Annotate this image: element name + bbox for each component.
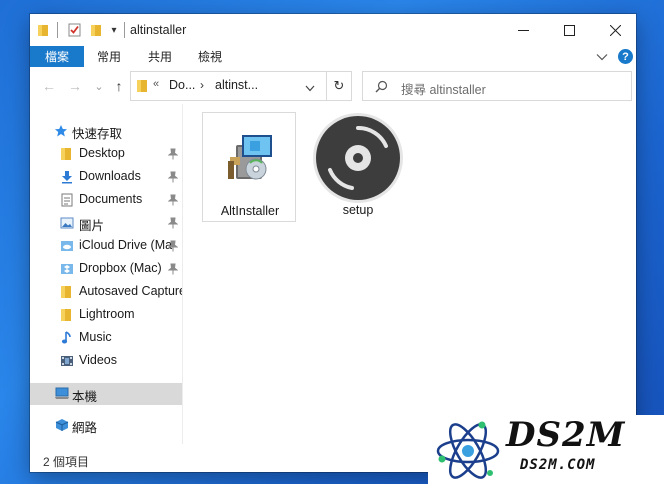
close-button[interactable] (592, 14, 638, 46)
breadcrumb-separator-icon: › (200, 78, 204, 92)
pin-icon (167, 194, 179, 206)
cloud-folder-icon (60, 262, 74, 276)
new-folder-icon[interactable] (86, 14, 106, 46)
file-item-setup[interactable]: setup (311, 112, 405, 222)
sidebar-item-label: Autosaved Capture (79, 284, 182, 298)
file-explorer-window: ▾ altinstaller 檔案 常用 共用 檢視 ? ← → ⌄ ↑ « D… (30, 14, 636, 472)
atom-logo-icon (428, 415, 508, 484)
sidebar-item-label: 圖片 (79, 219, 105, 233)
pictures-icon (60, 216, 74, 230)
folder-icon (60, 308, 74, 322)
watermark: DS2M DS2M.COM (428, 415, 664, 484)
cloud-folder-icon (60, 239, 74, 253)
file-item-altinstaller[interactable]: AltInstaller (202, 112, 296, 222)
tab-file[interactable]: 檔案 (30, 46, 84, 67)
sidebar-item-this-pc[interactable]: 本機 (30, 383, 182, 405)
help-button[interactable]: ? (618, 46, 633, 67)
sidebar-item-network[interactable]: 網路 (30, 414, 182, 436)
sidebar-item-label: Lightroom (79, 307, 135, 321)
quick-access-dropdown[interactable]: ▾ (108, 14, 120, 46)
sidebar-item-pictures[interactable]: 圖片 (30, 212, 182, 234)
star-icon (54, 124, 68, 138)
title-separator (124, 22, 125, 38)
sidebar-item-dropbox[interactable]: Dropbox (Mac) (30, 258, 182, 280)
tab-home[interactable]: 常用 (97, 46, 121, 67)
navigation-pane[interactable]: 快速存取 Desktop Downloads Documents 圖片 iClo… (30, 104, 182, 444)
folder-icon (34, 14, 52, 46)
file-name: setup (342, 203, 374, 217)
ribbon: 檔案 常用 共用 檢視 ? (30, 46, 636, 68)
sidebar-item-icloud-drive[interactable]: iCloud Drive (Ma (30, 235, 182, 257)
tab-share[interactable]: 共用 (148, 46, 172, 67)
network-icon (54, 418, 69, 432)
sidebar-item-videos[interactable]: Videos (30, 350, 182, 372)
title-bar: ▾ altinstaller (30, 14, 636, 46)
pin-icon (167, 148, 179, 160)
watermark-brand: DS2M (506, 415, 626, 455)
chevron-down-icon (596, 53, 608, 60)
sidebar-item-label: Dropbox (Mac) (79, 261, 162, 275)
tab-view[interactable]: 檢視 (198, 46, 222, 67)
refresh-button[interactable]: ↻ (326, 71, 352, 101)
breadcrumb-overflow[interactable]: « (153, 78, 159, 90)
title-separator (57, 22, 58, 38)
installer-icon (203, 113, 297, 205)
disc-icon (311, 112, 405, 204)
address-dropdown-button[interactable] (305, 81, 315, 95)
chevron-down-icon (305, 85, 315, 92)
folder-icon (60, 147, 74, 161)
computer-icon (54, 387, 69, 401)
sidebar-item-label: 快速存取 (72, 127, 123, 141)
sidebar-item-label: Documents (79, 192, 143, 206)
sidebar-item-downloads[interactable]: Downloads (30, 166, 182, 188)
pin-icon (167, 217, 179, 229)
sidebar-item-quick-access[interactable]: 快速存取 (30, 120, 182, 142)
up-button[interactable]: ↑ (111, 77, 127, 95)
sidebar-item-label: Desktop (79, 146, 125, 160)
breadcrumb-documents[interactable]: Do... (169, 78, 195, 92)
ribbon-expand-button[interactable] (596, 46, 608, 67)
sidebar-item-lightroom[interactable]: Lightroom (30, 304, 182, 326)
properties-icon[interactable] (64, 14, 84, 46)
close-icon (609, 24, 621, 36)
maximize-button[interactable] (546, 14, 592, 46)
sidebar-item-autosaved-captures[interactable]: Autosaved Capture (30, 281, 182, 303)
breadcrumb-altinstaller[interactable]: altinst... (215, 78, 258, 92)
window-title: altinstaller (130, 23, 187, 37)
pin-icon (167, 240, 179, 252)
videos-icon (60, 354, 74, 368)
recent-locations-button[interactable]: ⌄ (91, 77, 107, 95)
search-icon (375, 80, 388, 96)
sidebar-item-label: 網路 (72, 421, 98, 435)
forward-button[interactable]: → (67, 77, 83, 95)
pin-icon (167, 263, 179, 275)
sidebar-item-label: 本機 (72, 390, 98, 404)
pane-divider[interactable] (182, 104, 183, 444)
sidebar-item-label: iCloud Drive (Ma (79, 238, 173, 252)
search-box[interactable]: 搜尋 altinstaller (362, 71, 632, 101)
address-row: ← → ⌄ ↑ « Do... › altinst... ↻ 搜尋 altins… (30, 68, 636, 104)
help-icon: ? (618, 49, 633, 64)
maximize-icon (563, 24, 575, 36)
back-button[interactable]: ← (41, 77, 57, 95)
pin-icon (167, 171, 179, 183)
minimize-button[interactable] (500, 14, 546, 46)
folder-icon (137, 79, 148, 96)
watermark-url: DS2M.COM (520, 457, 596, 473)
folder-icon (60, 285, 74, 299)
search-placeholder: 搜尋 altinstaller (401, 83, 486, 97)
music-icon (61, 331, 75, 345)
file-name: AltInstaller (220, 204, 280, 218)
sidebar-item-label: Downloads (79, 169, 141, 183)
sidebar-item-desktop[interactable]: Desktop (30, 143, 182, 165)
item-count: 2 個項目 (43, 455, 90, 469)
address-bar[interactable]: « Do... › altinst... (130, 71, 352, 101)
download-icon (60, 170, 74, 184)
sidebar-item-music[interactable]: Music (30, 327, 182, 349)
sidebar-item-documents[interactable]: Documents (30, 189, 182, 211)
documents-icon (60, 193, 74, 207)
minimize-icon (517, 29, 529, 31)
sidebar-item-label: Music (79, 330, 112, 344)
sidebar-item-label: Videos (79, 353, 117, 367)
